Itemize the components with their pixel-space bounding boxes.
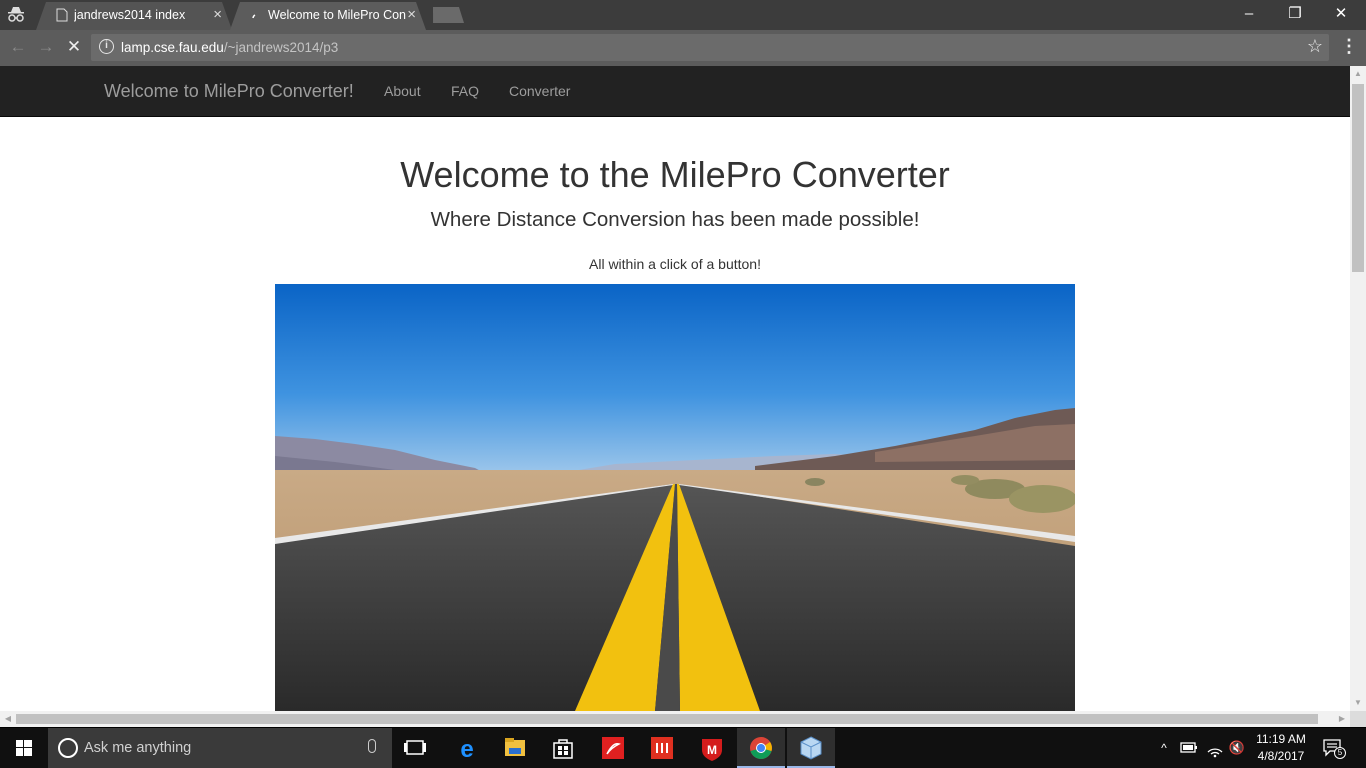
incognito-icon <box>8 7 24 22</box>
tab-title: jandrews2014 index <box>74 8 186 22</box>
task-view-button[interactable] <box>392 728 440 768</box>
start-button[interactable] <box>0 728 48 768</box>
url-text[interactable]: lamp.cse.fau.edu/~jandrews2014/p3 <box>121 40 338 55</box>
scroll-left-icon[interactable]: ◀ <box>0 711 16 727</box>
tab-close-button[interactable]: × <box>213 6 222 23</box>
chrome-icon[interactable] <box>737 728 785 768</box>
close-window-button[interactable]: ✕ <box>1318 0 1364 30</box>
forward-button[interactable]: → <box>34 35 58 59</box>
volume-muted-icon[interactable]: 🔇 <box>1228 728 1246 768</box>
cortana-search-box[interactable]: Ask me anything <box>48 728 392 768</box>
loading-spinner-icon <box>252 14 256 19</box>
edge-browser-icon[interactable]: e <box>443 728 491 768</box>
tab-milepro-converter[interactable]: Welcome to MilePro Converter × <box>230 2 426 30</box>
clock-time: 11:19 AM <box>1256 732 1306 746</box>
info-icon[interactable]: i <box>99 39 114 54</box>
stop-loading-icon[interactable]: ✕ <box>62 35 86 59</box>
vertical-scroll-thumb[interactable] <box>1352 84 1364 272</box>
scroll-down-icon[interactable]: ▼ <box>1350 695 1366 711</box>
new-tab-button[interactable] <box>433 7 464 23</box>
site-navbar: Welcome to MilePro Converter! About FAQ … <box>0 66 1350 117</box>
address-bar[interactable]: i lamp.cse.fau.edu/~jandrews2014/p3 ☆ <box>91 34 1329 61</box>
acrobat-reader-icon[interactable] <box>589 728 637 768</box>
hero-image <box>275 284 1075 711</box>
show-hidden-icons-icon[interactable]: ^ <box>1156 728 1172 768</box>
scroll-right-icon[interactable]: ▶ <box>1334 711 1350 727</box>
page-viewport: Welcome to MilePro Converter! About FAQ … <box>0 66 1350 711</box>
tab-title: Welcome to MilePro Converter <box>268 8 406 22</box>
search-placeholder: Ask me anything <box>84 740 192 756</box>
file-explorer-icon[interactable] <box>491 728 539 768</box>
browser-toolbar: ← → ✕ i lamp.cse.fau.edu/~jandrews2014/p… <box>0 30 1366 66</box>
battery-icon[interactable] <box>1178 728 1200 768</box>
system-clock[interactable]: 11:19 AM 4/8/2017 <box>1248 731 1314 765</box>
site-brand-link[interactable]: Welcome to MilePro Converter! <box>104 81 354 102</box>
wifi-icon[interactable] <box>1204 728 1226 768</box>
bookmark-star-icon[interactable]: ☆ <box>1307 36 1323 57</box>
page-title: Welcome to the MilePro Converter <box>400 154 950 195</box>
clock-date: 4/8/2017 <box>1257 749 1305 763</box>
scroll-up-icon[interactable]: ▲ <box>1350 66 1366 82</box>
back-button[interactable]: ← <box>6 35 30 59</box>
minimize-button[interactable]: – <box>1226 0 1272 30</box>
vertical-scrollbar[interactable]: ▲ ▼ <box>1350 66 1366 711</box>
tab-jandrews2014-index[interactable]: jandrews2014 index × <box>36 2 232 30</box>
nav-link-converter[interactable]: Converter <box>509 83 570 99</box>
svg-text:M: M <box>707 743 717 757</box>
notification-count-badge: 5 <box>1334 747 1346 759</box>
browser-titlebar: jandrews2014 index × Welcome to MilePro … <box>0 0 1366 30</box>
horizontal-scrollbar[interactable]: ◀ ▶ <box>0 711 1350 727</box>
office-app-icon[interactable] <box>638 728 686 768</box>
tab-close-button[interactable]: × <box>407 6 416 23</box>
windows-logo-icon <box>16 740 32 756</box>
svg-text:e: e <box>460 736 473 763</box>
microphone-icon[interactable] <box>368 739 376 753</box>
page-subtitle: Where Distance Conversion has been made … <box>430 208 920 231</box>
action-center-icon[interactable]: 5 <box>1322 738 1346 759</box>
scrollbar-corner <box>1350 711 1366 727</box>
cortana-icon <box>58 738 78 758</box>
virtualbox-icon[interactable] <box>787 728 835 768</box>
browser-menu-icon[interactable]: ⋮ <box>1340 35 1358 59</box>
mcafee-icon[interactable]: M <box>688 728 736 768</box>
store-icon[interactable] <box>539 728 587 768</box>
restore-button[interactable]: ❐ <box>1272 0 1318 30</box>
nav-link-faq[interactable]: FAQ <box>451 83 479 99</box>
nav-link-about[interactable]: About <box>384 83 421 99</box>
page-icon <box>56 8 68 22</box>
page-tagline: All within a click of a button! <box>589 256 761 272</box>
horizontal-scroll-thumb[interactable] <box>16 714 1318 724</box>
windows-taskbar: Ask me anything e M ^ 🔇 11:19 AM 4/8/201… <box>0 728 1366 768</box>
